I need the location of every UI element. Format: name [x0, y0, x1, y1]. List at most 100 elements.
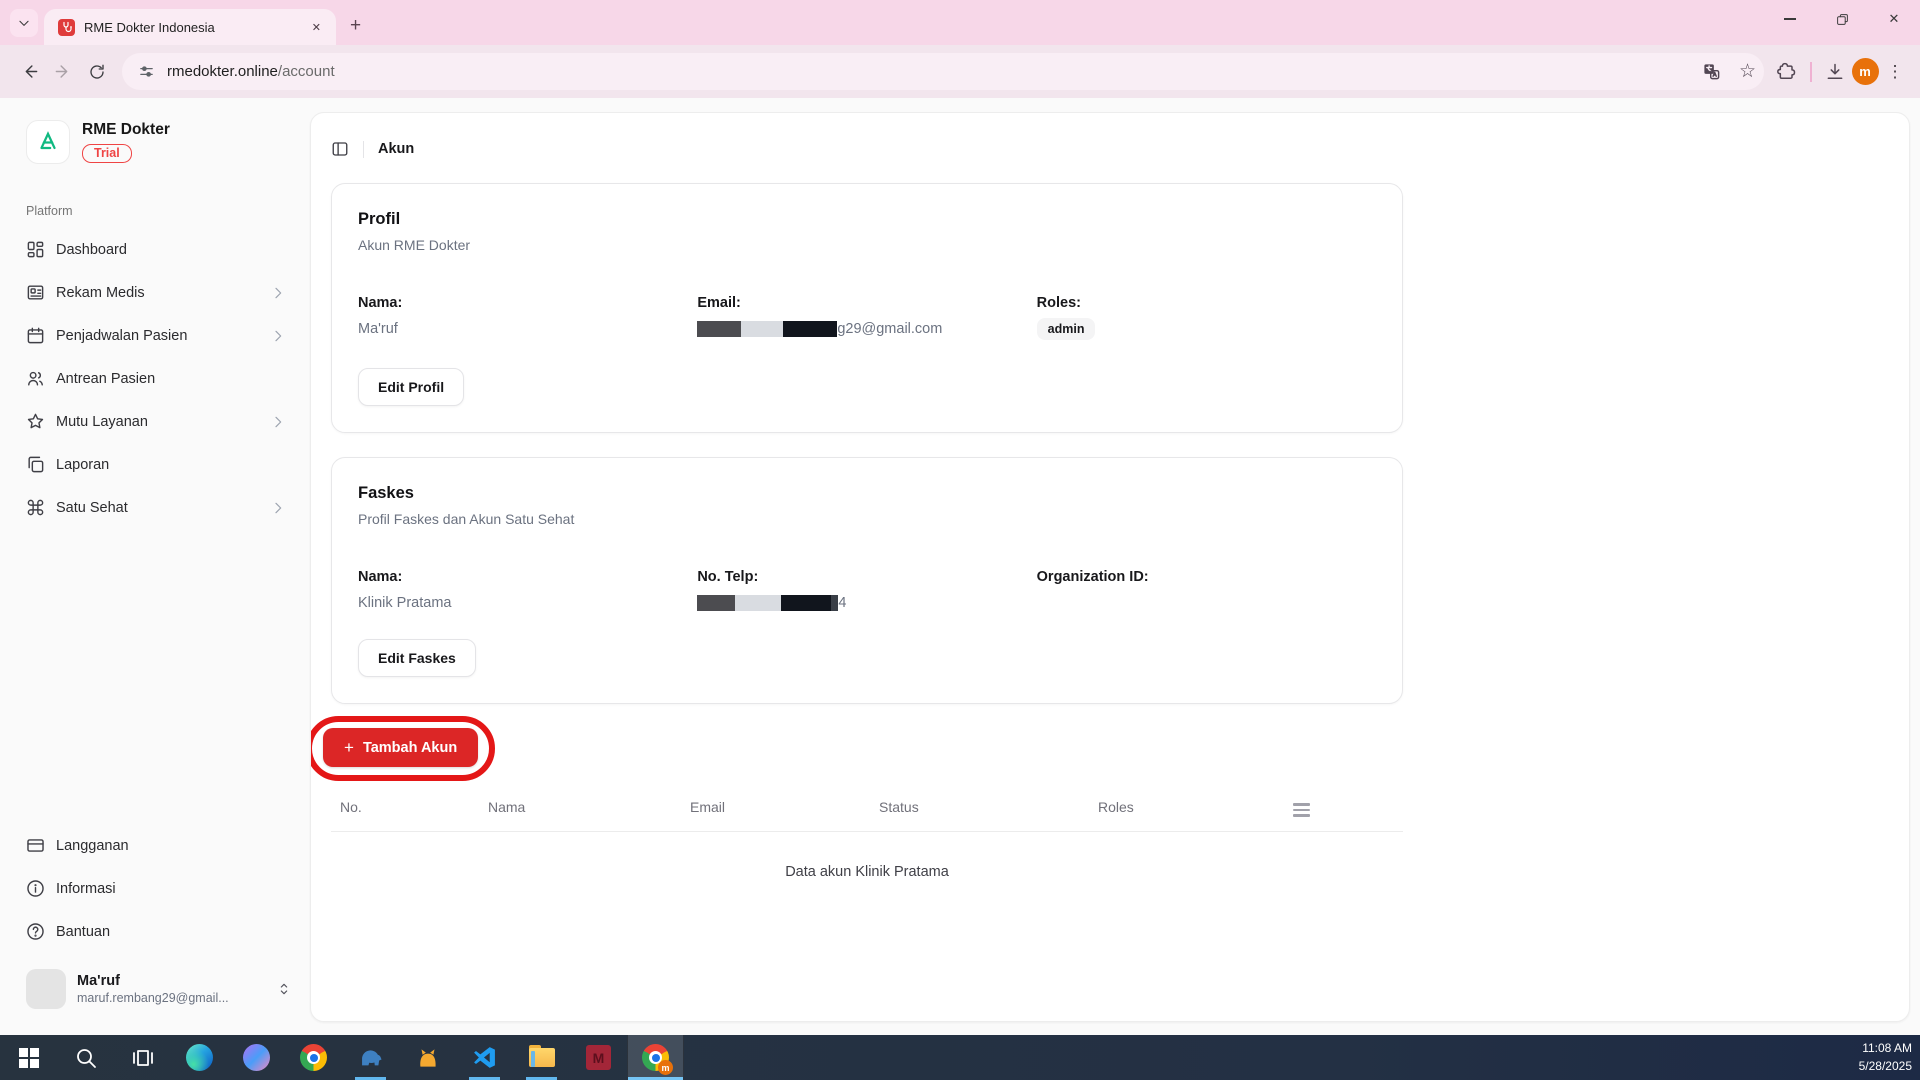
- column-header-no: No.: [340, 799, 362, 815]
- forward-button[interactable]: [46, 55, 80, 89]
- field-value-redacted: 4: [697, 595, 1036, 611]
- profil-card: Profil Akun RME Dokter Nama: Ma'ruf Emai…: [331, 183, 1403, 433]
- address-bar[interactable]: rmedokter.online/account ☆: [122, 53, 1764, 90]
- page-title: Akun: [378, 141, 415, 157]
- main-panel: Akun Profil Akun RME Dokter Nama: Ma'ruf…: [310, 112, 1910, 1022]
- field-roles: Roles: admin: [1036, 295, 1376, 340]
- header-divider: [363, 140, 364, 158]
- downloads-icon[interactable]: [1820, 57, 1850, 87]
- extensions-icon[interactable]: [1772, 57, 1802, 87]
- browser-profile-avatar[interactable]: m: [1850, 57, 1880, 87]
- telp-visible-text: 4: [838, 595, 847, 611]
- taskbar-orange-animal-app[interactable]: [399, 1035, 456, 1080]
- taskbar-edge[interactable]: [171, 1035, 228, 1080]
- redaction-block: [831, 595, 839, 611]
- sidebar-item-penjadwalan-pasien[interactable]: Penjadwalan Pasien: [26, 314, 292, 357]
- bookmark-star-icon[interactable]: ☆: [1739, 60, 1756, 83]
- users-icon: [26, 369, 45, 388]
- sidebar-item-langganan[interactable]: Langganan: [26, 824, 292, 867]
- copy-icon: [26, 455, 45, 474]
- taskbar-clock[interactable]: 11:08 AM 5/28/2025: [1859, 1035, 1912, 1080]
- taskbar-chrome[interactable]: [285, 1035, 342, 1080]
- taskbar-vscode[interactable]: [456, 1035, 513, 1080]
- chevron-right-icon: [270, 414, 286, 430]
- browser-tabstrip: RME Dokter Indonesia ✕ + ✕: [0, 0, 1920, 45]
- edit-faskes-button[interactable]: Edit Faskes: [358, 639, 476, 677]
- table-empty-message: Data akun Klinik Pratama: [785, 863, 949, 880]
- url-text: rmedokter.online/account: [167, 63, 335, 81]
- sidebar-item-rekam-medis[interactable]: Rekam Medis: [26, 271, 292, 314]
- brand-text: RME Dokter Trial: [82, 121, 170, 163]
- back-button[interactable]: [12, 55, 46, 89]
- site-info-icon[interactable]: [138, 63, 155, 80]
- sidebar-item-informasi[interactable]: Informasi: [26, 867, 292, 910]
- task-view-button[interactable]: [114, 1035, 171, 1080]
- table-header-row: No. Nama Email Status Roles: [331, 791, 1403, 832]
- reload-button[interactable]: [80, 55, 114, 89]
- profil-card-title: Profil: [358, 210, 401, 228]
- sidebar-item-mutu-layanan[interactable]: Mutu Layanan: [26, 400, 292, 443]
- clock-date: 5/28/2025: [1858, 1058, 1912, 1073]
- rme-dokter-favicon: [58, 18, 75, 36]
- sidebar-toggle-button[interactable]: [331, 140, 349, 158]
- orange-animal-icon: [419, 1048, 436, 1067]
- window-close-button[interactable]: ✕: [1868, 0, 1920, 38]
- tab-close-icon[interactable]: ✕: [307, 19, 326, 36]
- sidebar-item-laporan[interactable]: Laporan: [26, 443, 292, 486]
- browser-toolbar: rmedokter.online/account ☆ m ⋮: [0, 45, 1920, 98]
- url-host: rmedokter.online: [167, 62, 278, 80]
- vscode-icon: [474, 1047, 495, 1068]
- menu-bars-icon: [1293, 803, 1310, 817]
- translate-icon[interactable]: [1697, 57, 1727, 87]
- taskbar-mysql[interactable]: M: [570, 1035, 627, 1080]
- tambah-akun-button[interactable]: + Tambah Akun: [323, 728, 479, 767]
- start-button[interactable]: [0, 1035, 57, 1080]
- new-tab-button[interactable]: +: [350, 16, 361, 35]
- field-label: Nama:: [358, 569, 403, 585]
- sidebar-item-antrean-pasien[interactable]: Antrean Pasien: [26, 357, 292, 400]
- sidebar-item-label: Laporan: [56, 456, 110, 473]
- taskbar-search-button[interactable]: [57, 1035, 114, 1080]
- toolbar-divider: [1810, 61, 1812, 82]
- chrome-icon: m: [642, 1044, 673, 1075]
- sidebar-item-bantuan[interactable]: Bantuan: [26, 910, 292, 953]
- faskes-card-subtitle: Profil Faskes dan Akun Satu Sehat: [358, 511, 575, 527]
- window-minimize-button[interactable]: [1764, 0, 1816, 38]
- windows-taskbar: M m 11:08 AM 5/28/2025: [0, 1035, 1920, 1080]
- user-texts: Ma'ruf maruf.rembang29@gmail...: [77, 973, 263, 1005]
- column-header-nama: Nama: [488, 799, 526, 815]
- field-value-redacted: g29@gmail.com: [697, 321, 1036, 337]
- windows-logo-icon: [18, 1047, 39, 1068]
- taskbar-copilot[interactable]: [228, 1035, 285, 1080]
- edit-profil-button[interactable]: Edit Profil: [358, 368, 465, 406]
- brand-row: RME Dokter Trial: [26, 120, 292, 164]
- faskes-card-title: Faskes: [358, 484, 414, 502]
- sidebar-user-button[interactable]: Ma'ruf maruf.rembang29@gmail...: [26, 969, 292, 1009]
- faskes-card: Faskes Profil Faskes dan Akun Satu Sehat…: [331, 457, 1403, 704]
- user-email: maruf.rembang29@gmail...: [77, 991, 229, 1005]
- table-menu-button[interactable]: [1293, 799, 1403, 817]
- sidebar-item-satu-sehat[interactable]: Satu Sehat: [26, 486, 292, 529]
- browser-menu-icon[interactable]: ⋮: [1880, 57, 1910, 87]
- sidebar-item-label: Informasi: [56, 880, 116, 897]
- edge-icon: [186, 1044, 213, 1071]
- trial-badge: Trial: [82, 144, 132, 163]
- chevron-right-icon: [270, 328, 286, 344]
- reload-icon: [90, 64, 104, 79]
- window-controls: ✕: [1764, 0, 1920, 38]
- taskbar-file-explorer[interactable]: [513, 1035, 570, 1080]
- browser-tab[interactable]: RME Dokter Indonesia ✕: [44, 9, 336, 45]
- window-restore-button[interactable]: [1816, 0, 1868, 38]
- sidebar-item-label: Mutu Layanan: [56, 413, 148, 430]
- screen: RME Dokter Indonesia ✕ + ✕ rmedokter.onl…: [0, 0, 1920, 1080]
- command-icon: [26, 498, 45, 517]
- taskbar-chrome-active[interactable]: m: [627, 1035, 684, 1080]
- tab-search-button[interactable]: [10, 9, 38, 37]
- profil-card-subtitle: Akun RME Dokter: [358, 237, 471, 253]
- search-icon: [74, 1046, 98, 1070]
- taskbar-postgresql[interactable]: [342, 1035, 399, 1080]
- help-icon: [26, 922, 45, 941]
- sidebar-footer-nav: Langganan Informasi Bantuan: [26, 824, 292, 953]
- sidebar-item-label: Dashboard: [56, 241, 127, 258]
- sidebar-item-dashboard[interactable]: Dashboard: [26, 228, 292, 271]
